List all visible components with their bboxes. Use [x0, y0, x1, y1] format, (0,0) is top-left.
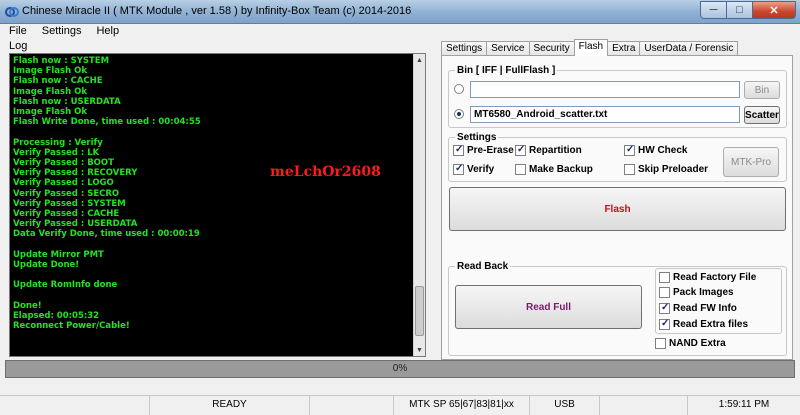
status-empty-cell-3 [600, 396, 688, 415]
repartition-checkbox[interactable]: Repartition [515, 144, 582, 156]
menu-settings[interactable]: Settings [33, 24, 88, 39]
checkbox-icon [624, 164, 635, 175]
window-controls: ─ □ ✕ [700, 1, 796, 20]
checkbox-icon [659, 287, 670, 298]
nand-extra-checkbox[interactable]: NAND Extra [655, 338, 726, 349]
log-line: Flash Write Done, time used : 00:04:55 [13, 117, 201, 128]
settings-group: Settings Pre-Erase Repartition HW Check … [448, 132, 787, 182]
tab-service[interactable]: Service [486, 41, 530, 56]
mtk-pro-button[interactable]: MTK-Pro [723, 147, 779, 177]
hw-check-checkbox[interactable]: HW Check [624, 144, 687, 156]
minimize-button[interactable]: ─ [700, 1, 726, 19]
log-line: Verify Passed : SYSTEM [13, 198, 126, 209]
pack-images-checkbox[interactable]: Pack Images [659, 287, 734, 298]
log-line: Image Flash Ok [13, 66, 87, 77]
status-connection: USB [530, 396, 600, 415]
flash-tab-panel: Bin [ IFF | FullFlash ] Bin MT6580_Andro… [441, 55, 793, 360]
tab-settings[interactable]: Settings [441, 41, 488, 56]
status-bar: READY MTK SP 65|67|83|81|xx USB 1:59:11 … [0, 395, 800, 415]
menu-bar: File Settings Help [0, 24, 800, 39]
scatter-button[interactable]: Scatter [744, 106, 780, 124]
tab-flash[interactable]: Flash [573, 39, 609, 56]
log-line: Verify Passed : SECRO [13, 188, 120, 199]
bin-button[interactable]: Bin [744, 81, 780, 99]
settings-group-title: Settings [455, 132, 499, 143]
log-line: Done! [13, 300, 42, 311]
checkbox-icon [659, 302, 670, 314]
status-empty-cell-2 [310, 396, 394, 415]
read-full-button[interactable]: Read Full [455, 285, 642, 329]
bin-radio[interactable] [454, 84, 464, 94]
log-line: Image Flash Ok [13, 107, 87, 118]
scatter-radio[interactable] [454, 109, 464, 119]
checkbox-icon [515, 164, 526, 175]
log-line: Update Done! [13, 260, 80, 271]
log-line: Data Verify Done, time used : 00:00:19 [13, 229, 200, 240]
log-line: Flash now : USERDATA [13, 96, 121, 107]
log-lines: Flash now : SYSTEM Image Flash Ok Flash no… [13, 56, 408, 331]
scatter-path-field[interactable]: MT6580_Android_scatter.txt [470, 106, 740, 123]
read-back-group-title: Read Back [455, 261, 511, 272]
status-empty-cell [0, 396, 150, 415]
read-options-box: Read Factory File Pack Images Read FW In… [655, 268, 782, 334]
tab-extra[interactable]: Extra [607, 41, 641, 56]
bin-group: Bin [ IFF | FullFlash ] Bin MT6580_Andro… [448, 65, 787, 128]
tab-bar: Settings Service Security Flash Extra Us… [441, 39, 739, 56]
checkbox-icon [659, 272, 670, 283]
verify-checkbox[interactable]: Verify [453, 163, 494, 175]
log-scrollbar[interactable]: ▲ ▼ [413, 54, 425, 356]
log-line: Verify Passed : USERDATA [13, 219, 138, 230]
scroll-down-icon[interactable]: ▼ [414, 344, 425, 356]
log-line: Flash now : CACHE [13, 76, 103, 87]
close-button[interactable]: ✕ [752, 1, 796, 19]
tab-userdata-forensic[interactable]: UserData / Forensic [639, 41, 739, 56]
scroll-up-icon[interactable]: ▲ [414, 54, 425, 66]
progress-bar: 0% [5, 360, 795, 378]
log-line: Elapsed: 00:05:32 [13, 311, 100, 322]
status-state: READY [150, 396, 310, 415]
log-label: Log [9, 40, 28, 52]
read-extra-files-checkbox[interactable]: Read Extra files [659, 318, 748, 330]
checkbox-icon [655, 338, 666, 349]
log-line: Processing : Verify [13, 137, 103, 148]
status-platform: MTK SP 65|67|83|81|xx [394, 396, 530, 415]
menu-file[interactable]: File [0, 24, 33, 39]
bin-path-field[interactable] [470, 81, 740, 98]
skip-preloader-checkbox[interactable]: Skip Preloader [624, 164, 708, 175]
log-line: Flash now : SYSTEM [13, 56, 110, 66]
app-icon [5, 7, 19, 17]
log-output[interactable]: Flash now : SYSTEM Image Flash Ok Flash no… [9, 53, 426, 357]
log-line: Update Mirror PMT [13, 249, 104, 260]
tab-security[interactable]: Security [528, 41, 575, 56]
maximize-button[interactable]: □ [726, 1, 752, 19]
window-title: Chinese Miracle II ( MTK Module , ver 1.… [22, 5, 412, 17]
log-line: Image Flash Ok [13, 86, 87, 97]
watermark-text: meLchOr2608 [270, 164, 381, 180]
log-line: Reconnect Power/Cable! [13, 321, 130, 332]
flash-button[interactable]: Flash [449, 187, 786, 231]
checkbox-icon [624, 144, 635, 156]
progress-text: 0% [392, 363, 408, 374]
pre-erase-checkbox[interactable]: Pre-Erase [453, 144, 514, 156]
bin-group-title: Bin [ IFF | FullFlash ] [455, 65, 558, 76]
scroll-thumb[interactable] [415, 286, 424, 336]
menu-help[interactable]: Help [87, 24, 125, 39]
checkbox-icon [515, 144, 526, 156]
log-line: Verify Passed : LK [13, 147, 100, 158]
status-time: 1:59:11 PM [718, 399, 770, 410]
log-line: Update RomInfo done [13, 280, 118, 291]
make-backup-checkbox[interactable]: Make Backup [515, 164, 593, 175]
log-line: Verify Passed : CACHE [13, 209, 120, 220]
read-factory-file-checkbox[interactable]: Read Factory File [659, 272, 756, 283]
read-fw-info-checkbox[interactable]: Read FW Info [659, 302, 737, 314]
checkbox-icon [453, 163, 464, 175]
checkbox-icon [659, 318, 670, 330]
checkbox-icon [453, 144, 464, 156]
title-bar: Chinese Miracle II ( MTK Module , ver 1.… [0, 0, 800, 24]
